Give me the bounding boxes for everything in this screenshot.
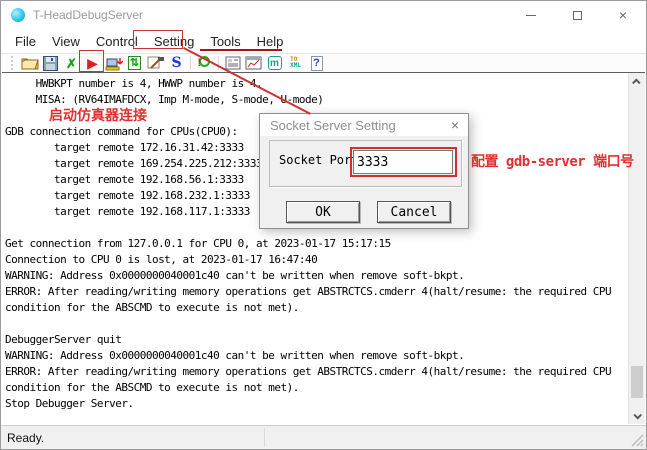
resize-grip[interactable] <box>631 434 644 447</box>
console-line: WARNING: Address 0x0000000040001c40 can'… <box>5 348 628 364</box>
console-line: condition for the ABSCMD to execute is n… <box>5 300 628 316</box>
scroll-up-button[interactable] <box>629 73 645 90</box>
help-button[interactable]: ? <box>306 54 327 72</box>
dialog-close-button[interactable]: × <box>442 117 468 133</box>
console-line: condition for the ABSCMD to execute is n… <box>5 380 628 396</box>
xml-icon-bottom: XML <box>290 63 301 69</box>
form-icon <box>225 56 241 70</box>
help-icon: ? <box>311 56 323 71</box>
memory-icon: m <box>268 56 282 70</box>
console-line: Get connection from 127.0.0.1 for CPU 0,… <box>5 236 628 252</box>
console-line: WARNING: Address 0x0000000040001c40 can'… <box>5 268 628 284</box>
download-button[interactable] <box>103 54 124 72</box>
minimize-icon <box>526 15 536 16</box>
status-divider <box>264 428 265 447</box>
title-bar: T-HeadDebugServer × <box>1 1 646 29</box>
save-icon <box>43 56 58 71</box>
window-title: T-HeadDebugServer <box>33 8 143 22</box>
app-window: T-HeadDebugServer × File View Control Se… <box>0 0 647 450</box>
toolbar: ✗ ▶ ⇅ S ! m TO XML ? <box>1 54 646 72</box>
console-line: Stop Debugger Server. <box>5 396 628 412</box>
chevron-up-icon <box>632 78 640 86</box>
connect-button[interactable]: ! <box>194 54 215 72</box>
close-button[interactable]: × <box>600 1 646 29</box>
console-line: ERROR: After reading/writing memory oper… <box>5 284 628 300</box>
console-line: Connection to CPU 0 is lost, at 2023-01-… <box>5 252 628 268</box>
reset-icon: ⇅ <box>128 56 141 70</box>
menu-control[interactable]: Control <box>88 31 146 52</box>
dialog-title-bar[interactable]: Socket Server Setting × <box>260 114 468 136</box>
close-icon: × <box>619 8 627 22</box>
run-icon: ▶ <box>87 56 98 70</box>
xml-button[interactable]: TO XML <box>285 54 306 72</box>
ok-button[interactable]: OK <box>286 201 360 223</box>
menu-setting[interactable]: Setting <box>146 31 202 52</box>
menu-bar: File View Control Setting Tools Help <box>1 29 646 54</box>
dollar-button[interactable]: S <box>166 54 187 72</box>
menu-help[interactable]: Help <box>249 31 292 52</box>
maximize-icon <box>573 11 582 20</box>
console-line: ERROR: After reading/writing memory oper… <box>5 364 628 380</box>
window-controls: × <box>508 1 646 29</box>
toolbar-separator <box>190 56 191 70</box>
scrollbar-thumb[interactable] <box>631 366 643 398</box>
app-icon <box>11 8 25 22</box>
chart-window-icon <box>245 56 262 70</box>
reset-button[interactable]: ⇅ <box>124 54 145 72</box>
connect-bang: ! <box>198 57 202 69</box>
socket-port-input[interactable] <box>353 150 453 174</box>
dollar-icon: S <box>171 56 181 70</box>
menu-tools[interactable]: Tools <box>202 31 248 52</box>
toolbar-grip <box>11 56 14 70</box>
chart-window-button[interactable] <box>243 54 264 72</box>
clear-icon: ✗ <box>66 57 77 70</box>
menu-view[interactable]: View <box>44 31 88 52</box>
scroll-down-button[interactable] <box>629 407 645 424</box>
maximize-button[interactable] <box>554 1 600 29</box>
build-icon <box>147 56 165 71</box>
toolbar-separator <box>218 56 219 70</box>
console-line: HWBKPT number is 4, HWWP number is 4. <box>5 76 628 92</box>
connect-icon: ! <box>197 55 213 71</box>
memory-button[interactable]: m <box>264 54 285 72</box>
run-button[interactable]: ▶ <box>82 54 103 72</box>
download-icon <box>105 55 123 71</box>
open-button[interactable] <box>19 54 40 72</box>
open-folder-icon <box>21 56 39 70</box>
status-text: Ready. <box>1 431 44 445</box>
minimize-button[interactable] <box>508 1 554 29</box>
xml-icon: TO XML <box>290 57 301 69</box>
menu-file[interactable]: File <box>7 31 44 52</box>
console-line: DebuggerServer quit <box>5 332 628 348</box>
clear-button[interactable]: ✗ <box>61 54 82 72</box>
form-button[interactable] <box>222 54 243 72</box>
console-line <box>5 316 628 332</box>
cancel-button[interactable]: Cancel <box>377 201 451 223</box>
console-line: MISA: (RV64IMAFDCX, Imp M-mode, S-mode, … <box>5 92 628 108</box>
chevron-down-icon <box>633 411 641 419</box>
save-button[interactable] <box>40 54 61 72</box>
build-button[interactable] <box>145 54 166 72</box>
status-bar: Ready. <box>1 425 646 449</box>
dialog-title: Socket Server Setting <box>270 118 396 133</box>
socket-server-setting-dialog: Socket Server Setting × Socket Port: OK … <box>259 113 469 229</box>
vertical-scrollbar[interactable] <box>628 73 645 424</box>
